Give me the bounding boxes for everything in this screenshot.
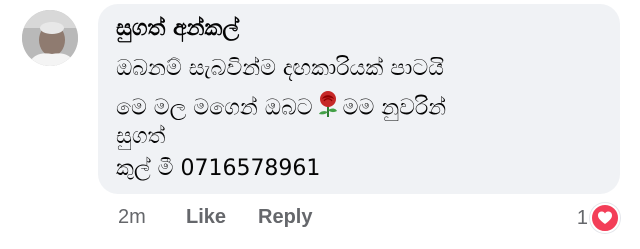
avatar[interactable] xyxy=(22,10,78,66)
comment-bubble: සුගත් අන්කල් ඔබනම් සැබවින්ම දඟකාරියක් පා… xyxy=(98,4,620,194)
comment-line-2-text-b: මම නුවරින් xyxy=(342,95,447,121)
like-button[interactable]: Like xyxy=(186,206,226,229)
comment-line-1: ඔබනම් සැබවින්ම දඟකාරියක් පාටයි xyxy=(116,56,444,81)
reply-button[interactable]: Reply xyxy=(258,206,312,229)
comment-line-3: සුගත් xyxy=(116,124,166,149)
profile-photo-icon xyxy=(22,10,78,66)
love-reaction-icon xyxy=(590,203,620,233)
comment-timestamp[interactable]: 2m xyxy=(118,206,146,229)
rose-icon xyxy=(315,90,341,127)
reaction-count: 1 xyxy=(576,206,588,229)
comment-line-2-text-a: මෙ මල මගෙන් ඔබට xyxy=(116,95,313,121)
comment-author[interactable]: සුගත් අන්කල් xyxy=(116,16,239,41)
reaction-summary[interactable]: 1 xyxy=(577,203,620,233)
comment-line-4: කුල් මී 0716578961 xyxy=(116,156,321,181)
comment-line-2: මෙ මල මගෙන් ඔබට මම නුවරින් xyxy=(116,90,446,127)
